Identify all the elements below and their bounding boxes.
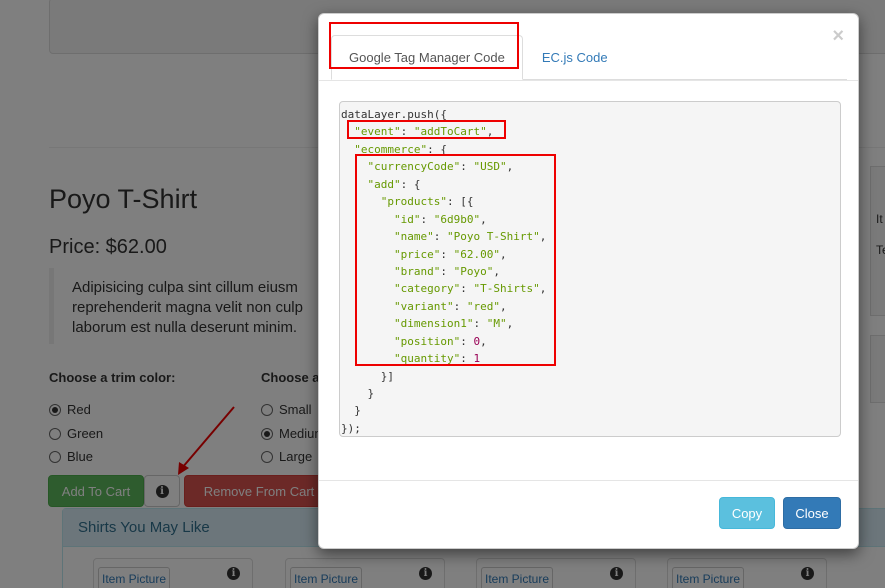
code-line: "event": "addToCart", xyxy=(354,125,494,139)
code-line: "brand": "Poyo", xyxy=(393,264,500,278)
copy-button[interactable]: Copy xyxy=(719,497,775,529)
code-line: "currencyCode": "USD", xyxy=(367,160,514,174)
code-line: } xyxy=(341,404,361,418)
code-line: "id": "6d9b0", xyxy=(393,212,487,226)
code-line: }] xyxy=(341,369,394,383)
code-line: "dimension1": "M", xyxy=(393,317,514,331)
tab-google-tag-manager[interactable]: Google Tag Manager Code xyxy=(331,35,523,80)
close-button[interactable]: Close xyxy=(783,497,841,529)
code-line: "name": "Poyo T-Shirt", xyxy=(393,230,547,244)
modal-tabs: Google Tag Manager Code EC.js Code xyxy=(331,26,847,80)
tab-ecjs-code[interactable]: EC.js Code xyxy=(525,35,625,79)
code-line: "position": 0, xyxy=(393,334,487,348)
code-line: "add": { xyxy=(367,177,421,191)
code-line: } xyxy=(341,387,375,400)
modal-footer-divider xyxy=(319,480,858,481)
modal-header-divider xyxy=(319,80,858,81)
code-modal: × Google Tag Manager Code EC.js Code dat… xyxy=(318,13,859,549)
code-line: "variant": "red", xyxy=(393,299,507,313)
code-line: "products": [{ xyxy=(380,195,474,209)
code-line: "quantity": 1 xyxy=(393,352,481,366)
code-line: "category": "T-Shirts", xyxy=(393,282,547,296)
code-block: dataLayer.push({ "event": "addToCart", "… xyxy=(339,101,841,437)
code-line: "ecommerce": { xyxy=(354,142,447,156)
code-line: }); xyxy=(341,421,361,435)
code-line: "price": "62.00", xyxy=(393,247,507,261)
code-line: dataLayer.push({ xyxy=(341,108,447,121)
